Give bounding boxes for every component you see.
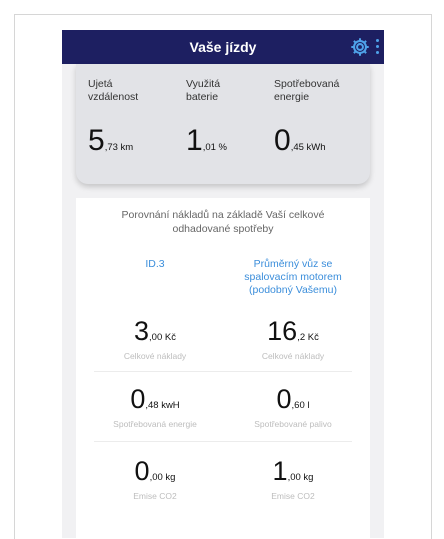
app-header: Vaše jízdy [62,30,384,64]
stat-value: 0,45 kWh [274,124,326,157]
row-divider [94,371,352,372]
row-divider [94,441,352,442]
stat-label: Ujetá vzdálenost [88,78,139,103]
comparison-title: Porovnání nákladů na základě Vaší celkov… [121,209,325,235]
stat-value: 5,73 km [88,124,134,157]
co2-emissions-id3: 0,00 kg Emise CO2 [133,456,177,501]
column-heading-combustion-car: Průměrný vůz se spalovacím motorem (podo… [244,258,342,296]
stat-value: 1,01 % [186,124,227,157]
page-title: Vaše jízdy [189,39,257,55]
fuel-consumed-combustion: 0,60 l Spotřebované palivo [254,384,332,429]
gear-icon[interactable] [349,36,371,58]
co2-emissions-combustion: 1,00 kg Emise CO2 [271,456,315,501]
phone-screen: Vaše jízdy Ujetá vzdálenost 5,73 km Využ… [62,30,384,538]
trip-stats-card: Ujetá vzdálenost 5,73 km Využitá baterie… [76,64,370,184]
total-cost-id3: 3,00 Kč Celkové náklady [123,316,187,361]
cost-comparison-section: Porovnání nákladů na základě Vaší celkov… [76,198,370,538]
stat-label: Spotřebovaná energie [274,78,340,103]
stat-distance: Ujetá vzdálenost 5,73 km [88,78,139,157]
column-heading-id3: ID.3 [145,258,165,270]
kebab-menu-icon[interactable] [374,38,380,56]
stat-label: Využitá baterie [186,78,221,103]
energy-consumed-id3: 0,48 kwH Spotřebovaná energie [113,384,197,429]
stat-battery: Využitá baterie 1,01 % [186,78,227,157]
stat-energy: Spotřebovaná energie 0,45 kWh [274,78,340,157]
total-cost-combustion: 16,2 Kč Celkové náklady [261,316,325,361]
